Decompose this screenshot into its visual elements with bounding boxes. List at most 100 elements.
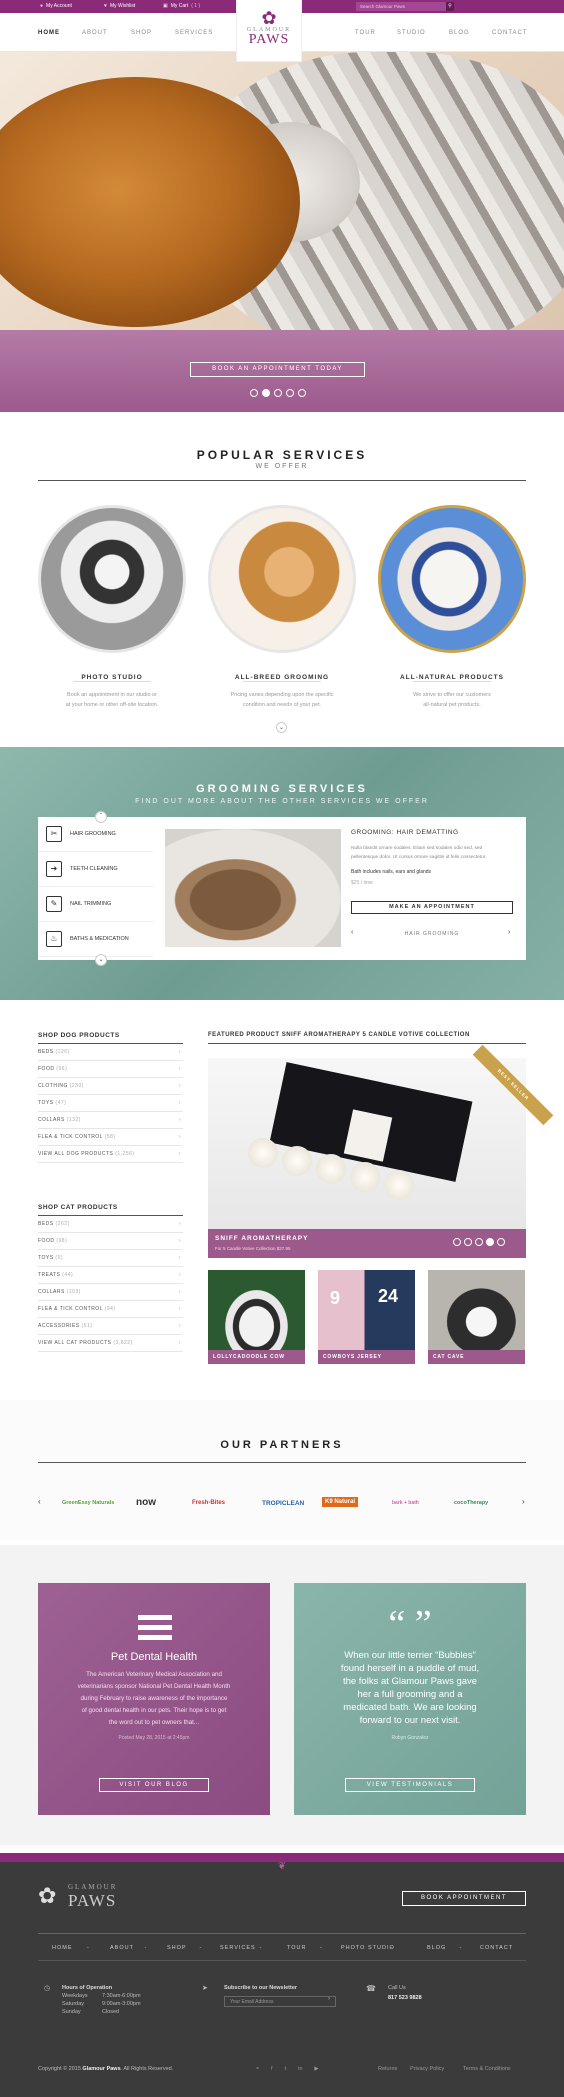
slider-dot[interactable]	[475, 1238, 483, 1246]
footer-link-returns[interactable]: Returns	[378, 2066, 397, 2072]
chevron-right-icon[interactable]: ›	[328, 1996, 330, 2002]
nav-blog[interactable]: BLOG	[449, 30, 470, 36]
chevron-right-icon: ›	[178, 1306, 181, 1312]
phone-number[interactable]: 817 523 9828	[388, 1995, 422, 2001]
category-item[interactable]: COLLARS (132) ›	[38, 1112, 183, 1129]
grooming-item[interactable]: ➜ TEETH CLEANING	[38, 852, 153, 887]
category-item[interactable]: BEDS (126) ›	[38, 1044, 183, 1061]
service-desc: We strive to offer our customers all-natu…	[413, 692, 491, 708]
partner-logo[interactable]: Fresh-Bites	[192, 1500, 225, 1506]
slider-dot[interactable]	[497, 1238, 505, 1246]
thumb-cowboys-jersey[interactable]: 9 24 COWBOYS JERSEY	[318, 1270, 415, 1364]
chevron-left-icon[interactable]: ‹	[351, 929, 353, 936]
grooming-item[interactable]: ✎ NAIL TRIMMING	[38, 887, 153, 922]
search-input[interactable]: Search Glamour Paws	[356, 2, 446, 11]
slider-dot-active[interactable]	[262, 389, 270, 397]
partner-logo[interactable]: now	[136, 1497, 156, 1508]
footer-nav-item[interactable]: TOUR	[287, 1945, 306, 1951]
nav-shop[interactable]: SHOP	[131, 30, 152, 36]
partner-logo[interactable]: K9 Natural	[322, 1497, 359, 1507]
slider-dot[interactable]	[453, 1238, 461, 1246]
my-cart-link[interactable]: ▣ My Cart( 1 )	[163, 3, 200, 9]
facebook-icon[interactable]: f	[271, 2066, 273, 2072]
category-item[interactable]: BEDS (262) ›	[38, 1216, 183, 1233]
my-account-link[interactable]: ● My Account	[40, 3, 72, 9]
footer-nav-item[interactable]: SHOP	[167, 1945, 187, 1951]
grooming-item[interactable]: ♨ BATHS & MEDICATION	[38, 922, 153, 957]
hero-slider-dots	[250, 389, 306, 397]
twitter-icon[interactable]: t	[285, 2066, 287, 2072]
footer-link-terms[interactable]: Terms & Conditions	[463, 2066, 511, 2072]
category-item[interactable]: COLLARS (103) ›	[38, 1284, 183, 1301]
slider-dot[interactable]	[250, 389, 258, 397]
chevron-right-icon: ›	[178, 1117, 181, 1123]
footer-logo-line2[interactable]: PAWS	[68, 1891, 116, 1911]
partner-logo[interactable]: GreenEssy Naturals	[62, 1500, 114, 1506]
featured-name: SNIFF AROMATHERAPY	[215, 1235, 309, 1242]
category-item[interactable]: TREATS (44) ›	[38, 1267, 183, 1284]
youtube-icon[interactable]: ▶	[314, 2066, 318, 2072]
chevron-left-icon[interactable]: ‹	[38, 1497, 41, 1506]
search-icon[interactable]: ⚲	[446, 2, 454, 11]
category-item[interactable]: FOOD (98) ›	[38, 1233, 183, 1250]
category-item[interactable]: TOYS (47) ›	[38, 1095, 183, 1112]
footer-link-privacy[interactable]: Privacy Policy	[410, 2066, 444, 2072]
footer-nav-item[interactable]: HOME	[52, 1945, 73, 1951]
footer-nav-item[interactable]: ABOUT	[110, 1945, 134, 1951]
view-testimonials-button[interactable]: VIEW TESTIMONIALS	[345, 1778, 475, 1792]
footer-logo-line1: GLAMOUR	[68, 1883, 118, 1891]
category-item[interactable]: ACCESSORIES (51) ›	[38, 1318, 183, 1335]
footer-nav-item[interactable]: PHOTO STUDIO	[341, 1945, 395, 1951]
nav-tour[interactable]: TOUR	[355, 30, 376, 36]
rss-icon[interactable]: ≈	[256, 2066, 259, 2072]
nav-studio[interactable]: STUDIO	[397, 30, 426, 36]
footer-book-appointment-button[interactable]: BOOK APPOINTMENT	[402, 1891, 526, 1906]
natural-products-image[interactable]	[378, 505, 526, 653]
photo-studio-image[interactable]	[38, 505, 186, 653]
chevron-up-icon[interactable]: ˆ	[95, 811, 107, 823]
thumb-lollycadoodle-cow[interactable]: LOLLYCADOODLE COW	[208, 1270, 305, 1364]
book-appointment-button[interactable]: BOOK AN APPOINTMENT TODAY	[190, 362, 365, 377]
nav-services[interactable]: SERVICES	[175, 30, 213, 36]
slider-dot[interactable]	[464, 1238, 472, 1246]
grooming-image[interactable]	[208, 505, 356, 653]
partner-logo[interactable]: bark + bath	[392, 1500, 419, 1506]
chevron-right-icon[interactable]: ›	[508, 929, 510, 936]
thumb-cat-cave[interactable]: CAT CAVE	[428, 1270, 525, 1364]
slider-dot[interactable]	[298, 389, 306, 397]
my-wishlist-link[interactable]: ♥ My Wishlist	[104, 3, 135, 9]
featured-sub: For 5 Candle Votive Collection $37.95	[215, 1246, 291, 1251]
visit-blog-button[interactable]: VISIT OUR BLOG	[99, 1778, 209, 1792]
nav-home[interactable]: HOME	[38, 30, 60, 36]
make-appointment-button[interactable]: MAKE AN APPOINTMENT	[351, 901, 513, 914]
featured-product-image[interactable]: BEST SELLER	[208, 1044, 554, 1258]
category-item[interactable]: VIEW ALL DOG PRODUCTS (1,256) ›	[38, 1146, 183, 1163]
phone-icon: ☎	[366, 1984, 376, 1993]
category-item[interactable]: CLOTHING (230) ›	[38, 1078, 183, 1095]
partner-logo[interactable]: cocoTherapy	[454, 1500, 488, 1506]
site-logo[interactable]: ✿ GLAMOUR PAWS	[236, 0, 302, 62]
chevron-right-icon[interactable]: ›	[522, 1497, 525, 1506]
category-item[interactable]: FLEA & TICK CONTROL (58) ›	[38, 1129, 183, 1146]
nav-about[interactable]: ABOUT	[82, 30, 108, 36]
category-item[interactable]: TOYS (0) ›	[38, 1250, 183, 1267]
footer-nav-item[interactable]: SERVICES	[220, 1945, 256, 1951]
category-item[interactable]: VIEW ALL CAT PRODUCTS (3,822) ›	[38, 1335, 183, 1352]
category-item[interactable]: FLEA & TICK CONTROL (94) ›	[38, 1301, 183, 1318]
chevron-down-icon[interactable]: ⌄	[276, 722, 287, 733]
grooming-price: $25 / time	[351, 880, 373, 886]
slider-dot-active[interactable]	[486, 1238, 494, 1246]
chevron-right-icon: ›	[178, 1134, 181, 1140]
category-item[interactable]: FOOD (96) ›	[38, 1061, 183, 1078]
chevron-down-icon[interactable]: ⌄	[95, 954, 107, 966]
slider-dot[interactable]	[286, 389, 294, 397]
newsletter-email-input[interactable]: Your Email Address	[224, 1996, 336, 2007]
slider-dot[interactable]	[274, 389, 282, 397]
footer-nav-item[interactable]: CONTACT	[480, 1945, 513, 1951]
nav-contact[interactable]: CONTACT	[492, 30, 528, 36]
grooming-title: GROOMING SERVICES	[196, 783, 368, 795]
linkedin-icon[interactable]: in	[298, 2066, 302, 2072]
grooming-item[interactable]: ✂ HAIR GROOMING	[38, 817, 153, 852]
footer-nav-item[interactable]: BLOG	[427, 1945, 446, 1951]
partner-logo[interactable]: TROPICLEAN	[262, 1500, 304, 1507]
